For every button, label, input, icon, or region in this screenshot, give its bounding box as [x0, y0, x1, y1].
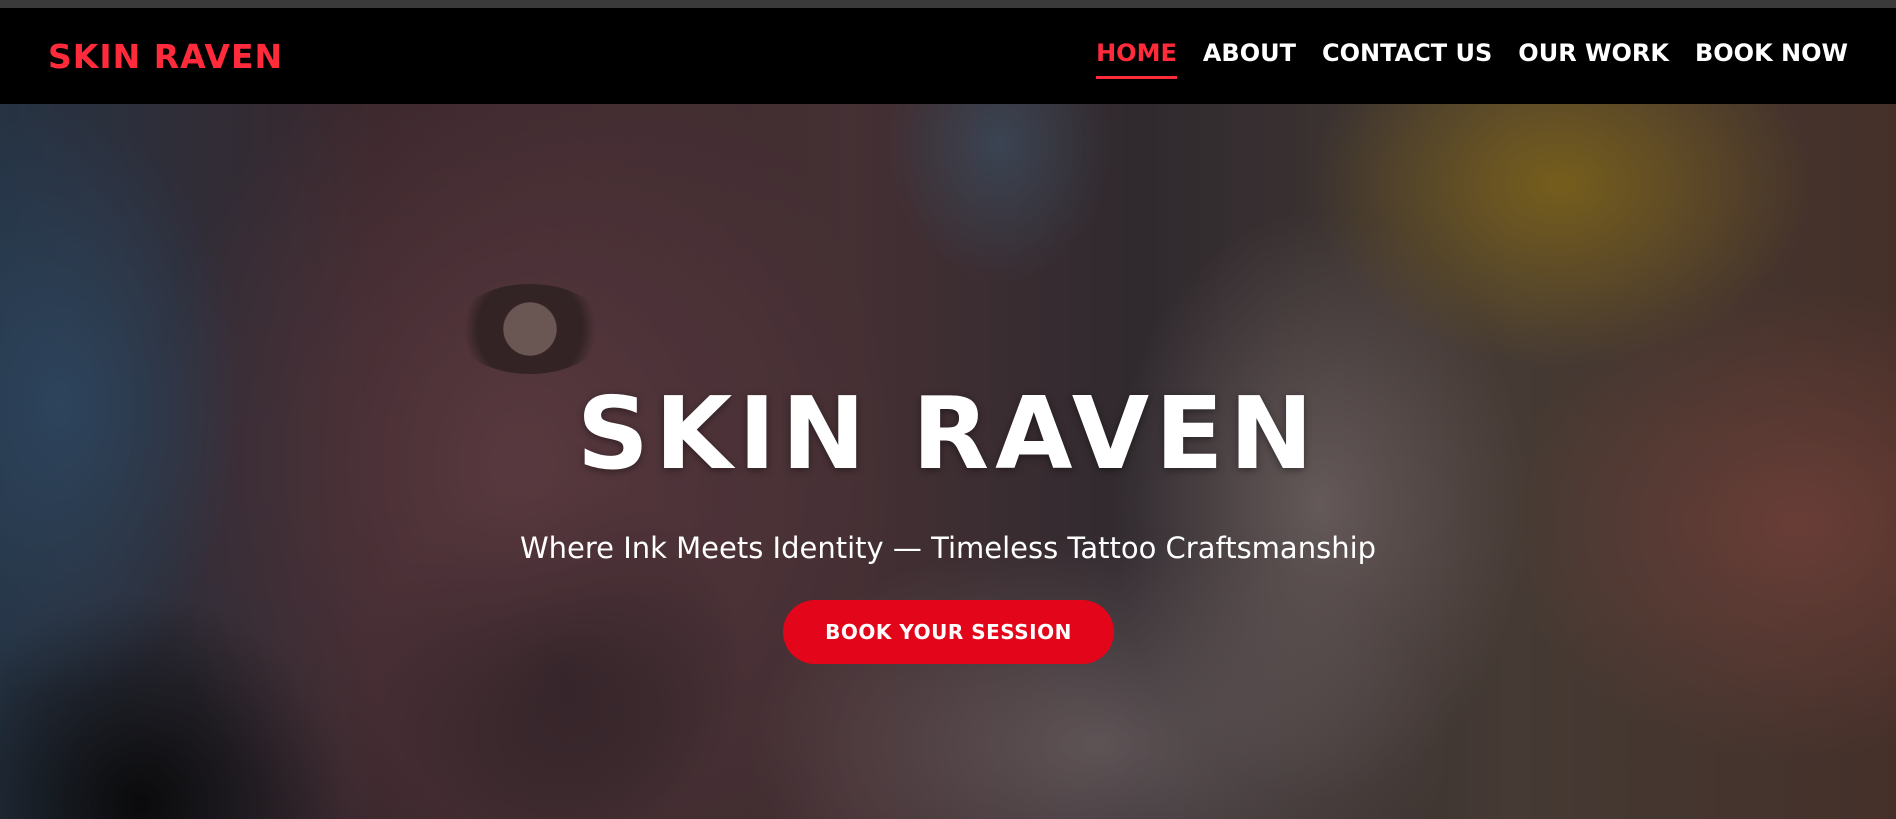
book-your-session-button[interactable]: BOOK YOUR SESSION: [783, 600, 1114, 664]
nav-link-contact-us[interactable]: CONTACT US: [1322, 39, 1492, 73]
hero-content: SKIN RAVEN Where Ink Meets Identity — Ti…: [0, 104, 1896, 819]
site-header: SKIN RAVEN HOME ABOUT CONTACT US OUR WOR…: [0, 8, 1896, 104]
browser-top-strip: [0, 0, 1896, 8]
site-logo[interactable]: SKIN RAVEN: [48, 37, 283, 76]
nav-link-book-now[interactable]: BOOK NOW: [1695, 39, 1848, 73]
main-nav: HOME ABOUT CONTACT US OUR WORK BOOK NOW: [1096, 39, 1848, 79]
hero-title: SKIN RAVEN: [576, 375, 1320, 492]
nav-link-about[interactable]: ABOUT: [1203, 39, 1296, 73]
hero-subtitle: Where Ink Meets Identity — Timeless Tatt…: [519, 531, 1377, 565]
nav-link-home[interactable]: HOME: [1096, 39, 1177, 79]
nav-link-our-work[interactable]: OUR WORK: [1518, 39, 1669, 73]
hero-section: SKIN RAVEN Where Ink Meets Identity — Ti…: [0, 104, 1896, 819]
